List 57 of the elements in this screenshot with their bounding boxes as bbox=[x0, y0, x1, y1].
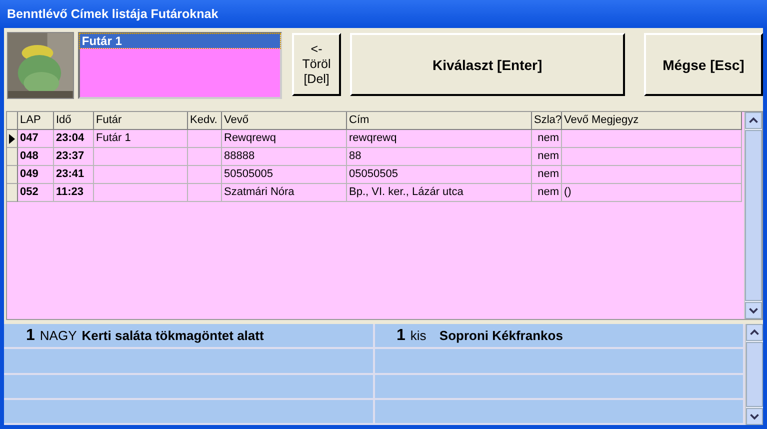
column-header[interactable]: Szla? bbox=[532, 112, 562, 130]
size: kis bbox=[410, 328, 428, 344]
table-cell: 05050505 bbox=[347, 166, 532, 184]
table-cell bbox=[188, 166, 222, 184]
size: NAGY bbox=[40, 328, 77, 344]
table-cell: nem bbox=[532, 184, 562, 202]
scroll-down-icon[interactable] bbox=[745, 302, 762, 319]
column-header[interactable]: Futár bbox=[94, 112, 188, 130]
scroll-thumb[interactable] bbox=[746, 342, 763, 407]
table-cell: nem bbox=[532, 166, 562, 184]
scrollbar[interactable] bbox=[745, 324, 763, 425]
cancel-button[interactable]: Mégse [Esc] bbox=[644, 33, 763, 96]
scroll-up-icon[interactable] bbox=[745, 112, 762, 129]
table-cell: 049 bbox=[18, 166, 54, 184]
column-header[interactable]: Vevő Megjegyz bbox=[562, 112, 742, 130]
scroll-up-icon[interactable] bbox=[746, 324, 763, 341]
select-button[interactable]: Kiválaszt [Enter] bbox=[350, 33, 625, 96]
quantity: 1 bbox=[396, 326, 406, 345]
column-header[interactable]: LAP bbox=[18, 112, 54, 130]
table-cell: 047 bbox=[18, 130, 54, 148]
column-header[interactable]: Cím bbox=[347, 112, 532, 130]
courier-item[interactable]: Futár 1 bbox=[80, 34, 280, 48]
table-cell: 052 bbox=[18, 184, 54, 202]
table-cell: () bbox=[562, 184, 742, 202]
table-cell: Futár 1 bbox=[94, 130, 188, 148]
column-header[interactable]: Kedv. bbox=[188, 112, 222, 130]
table-cell bbox=[188, 148, 222, 166]
current-row-icon bbox=[9, 134, 15, 144]
table-cell: 23:37 bbox=[54, 148, 94, 166]
table-cell: Rewqrewq bbox=[222, 130, 347, 148]
item-name: Soproni Kékfrankos bbox=[439, 328, 563, 344]
table-cell: nem bbox=[532, 148, 562, 166]
courier-list[interactable]: Futár 1 bbox=[78, 32, 282, 99]
table-cell: 23:04 bbox=[54, 130, 94, 148]
table-cell: 048 bbox=[18, 148, 54, 166]
table-cell: rewqrewq bbox=[347, 130, 532, 148]
table-cell: 11:23 bbox=[54, 184, 94, 202]
scroll-thumb[interactable] bbox=[745, 130, 762, 301]
window-title: Benntlévő Címek listája Futároknak bbox=[0, 0, 767, 28]
column-header[interactable]: Idő bbox=[54, 112, 94, 130]
table-cell: 50505005 bbox=[222, 166, 347, 184]
quantity: 1 bbox=[26, 326, 35, 345]
table-cell bbox=[188, 184, 222, 202]
column-header[interactable]: Vevő bbox=[222, 112, 347, 130]
table-cell: 23:41 bbox=[54, 166, 94, 184]
item-name: Kerti saláta tökmagöntet alatt bbox=[82, 328, 264, 344]
table-cell: Szatmári Nóra bbox=[222, 184, 347, 202]
table-cell bbox=[188, 130, 222, 148]
table-cell: nem bbox=[532, 130, 562, 148]
table-cell: Bp., VI. ker., Lázár utca bbox=[347, 184, 532, 202]
scrollbar[interactable] bbox=[744, 112, 762, 319]
row-header-corner bbox=[7, 112, 18, 130]
table-cell: 88 bbox=[347, 148, 532, 166]
table-cell: 88888 bbox=[222, 148, 347, 166]
row-selector[interactable] bbox=[7, 130, 18, 148]
delete-button[interactable]: <- Töröl [Del] bbox=[292, 33, 341, 96]
scroll-down-icon[interactable] bbox=[746, 408, 763, 425]
